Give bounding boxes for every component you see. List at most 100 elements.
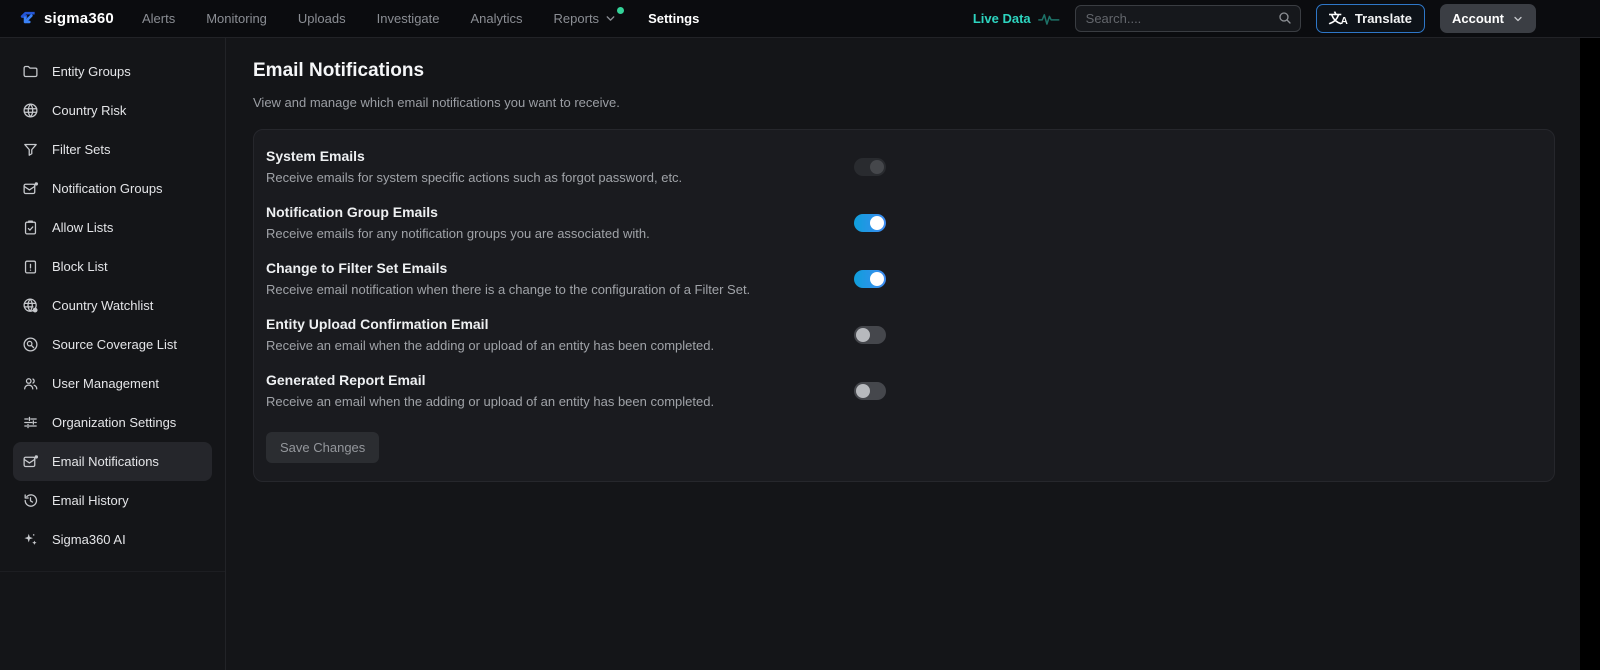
sidebar-item-organization-settings[interactable]: Organization Settings [13,403,212,442]
page-title: Email Notifications [253,60,1580,82]
save-changes-button[interactable]: Save Changes [266,432,379,463]
generated-report-email-toggle[interactable] [854,382,886,400]
translate-icon: 文A [1329,12,1348,25]
sidebar-divider [0,571,225,572]
brand-name: sigma360 [44,10,114,27]
row-notification-group-emails: Notification Group Emails Receive emails… [266,194,886,250]
toggle-knob [870,272,884,286]
globe-pin-icon [22,297,39,314]
toggle-knob [870,160,884,174]
search-container [1075,5,1301,32]
settings-sidebar: Entity Groups Country Risk Filter Sets N… [0,38,226,670]
sidebar-item-label: Email Notifications [52,454,159,469]
sigma360-logo-icon [18,9,38,29]
sidebar-item-allow-lists[interactable]: Allow Lists [13,208,212,247]
email-notifications-page: Email Notifications View and manage whic… [227,38,1580,670]
system-emails-toggle[interactable] [854,158,886,176]
search-icon [1277,10,1293,26]
globe-icon [22,102,39,119]
chevron-down-icon [1512,13,1524,25]
primary-nav: Alerts Monitoring Uploads Investigate An… [142,11,699,26]
sidebar-item-label: Organization Settings [52,415,176,430]
row-description: Receive an email when the adding or uplo… [266,394,714,409]
sliders-icon [22,414,39,431]
nav-item-investigate[interactable]: Investigate [377,11,440,26]
row-change-to-filter-set-emails: Change to Filter Set Emails Receive emai… [266,250,886,306]
mail-dot-icon [22,180,39,197]
sidebar-item-label: Sigma360 AI [52,532,126,547]
sidebar-item-label: Email History [52,493,129,508]
translate-label: Translate [1355,11,1412,26]
sidebar-item-entity-groups[interactable]: Entity Groups [13,52,212,91]
row-description: Receive emails for any notification grou… [266,226,650,241]
sidebar-item-source-coverage-list[interactable]: Source Coverage List [13,325,212,364]
sidebar-item-filter-sets[interactable]: Filter Sets [13,130,212,169]
sidebar-item-label: Notification Groups [52,181,163,196]
nav-item-alerts[interactable]: Alerts [142,11,175,26]
source-coverage-icon [22,336,39,353]
sidebar-item-notification-groups[interactable]: Notification Groups [13,169,212,208]
sidebar-item-country-risk[interactable]: Country Risk [13,91,212,130]
sidebar-item-email-notifications[interactable]: Email Notifications [13,442,212,481]
history-icon [22,492,39,509]
sidebar-item-label: Allow Lists [52,220,113,235]
row-description: Receive an email when the adding or uplo… [266,338,714,353]
translate-button[interactable]: 文A Translate [1316,4,1425,33]
top-navigation-bar: sigma360 Alerts Monitoring Uploads Inves… [0,0,1600,38]
row-text: Generated Report Email Receive an email … [266,372,714,409]
nav-reports-label: Reports [554,11,600,26]
row-title: Change to Filter Set Emails [266,260,750,276]
row-description: Receive emails for system specific actio… [266,170,682,185]
sidebar-item-sigma360-ai[interactable]: Sigma360 AI [13,520,212,559]
row-text: System Emails Receive emails for system … [266,148,682,185]
row-text: Notification Group Emails Receive emails… [266,204,650,241]
sidebar-item-country-watchlist[interactable]: Country Watchlist [13,286,212,325]
folder-icon [22,63,39,80]
nav-item-analytics[interactable]: Analytics [471,11,523,26]
row-system-emails: System Emails Receive emails for system … [266,138,886,194]
sidebar-item-user-management[interactable]: User Management [13,364,212,403]
row-generated-report-email: Generated Report Email Receive an email … [266,362,886,418]
account-menu-button[interactable]: Account [1440,4,1536,33]
account-label: Account [1452,11,1504,26]
sidebar-item-label: Filter Sets [52,142,111,157]
chevron-down-icon [604,12,617,25]
mail-dot-icon [22,453,39,470]
sidebar-item-label: Country Watchlist [52,298,153,313]
live-data-label: Live Data [973,11,1031,26]
clipboard-check-icon [22,219,39,236]
brand-logo[interactable]: sigma360 [18,9,114,29]
sidebar-item-label: Block List [52,259,108,274]
sidebar-item-email-history[interactable]: Email History [13,481,212,520]
sidebar-item-label: Entity Groups [52,64,131,79]
toggle-knob [856,384,870,398]
row-title: Notification Group Emails [266,204,650,220]
row-title: Generated Report Email [266,372,714,388]
nav-item-uploads[interactable]: Uploads [298,11,346,26]
clipboard-alert-icon [22,258,39,275]
page-subtitle: View and manage which email notification… [253,95,1580,110]
sidebar-item-label: Country Risk [52,103,126,118]
nav-item-monitoring[interactable]: Monitoring [206,11,267,26]
pulse-waveform-icon [1038,11,1060,27]
notification-settings-card: System Emails Receive emails for system … [253,129,1555,482]
filter-icon [22,141,39,158]
change-to-filter-set-emails-toggle[interactable] [854,270,886,288]
toggle-knob [856,328,870,342]
row-entity-upload-confirmation-email: Entity Upload Confirmation Email Receive… [266,306,886,362]
sidebar-item-label: Source Coverage List [52,337,177,352]
row-text: Entity Upload Confirmation Email Receive… [266,316,714,353]
entity-upload-confirmation-email-toggle[interactable] [854,326,886,344]
row-text: Change to Filter Set Emails Receive emai… [266,260,750,297]
nav-item-reports[interactable]: Reports [554,11,618,26]
row-title: Entity Upload Confirmation Email [266,316,714,332]
row-title: System Emails [266,148,682,164]
toggle-knob [870,216,884,230]
notification-group-emails-toggle[interactable] [854,214,886,232]
search-input[interactable] [1075,5,1301,32]
sidebar-item-block-list[interactable]: Block List [13,247,212,286]
reports-new-indicator-dot [617,7,624,14]
live-data-status: Live Data [973,11,1060,27]
sparkles-icon [22,531,39,548]
nav-item-settings[interactable]: Settings [648,11,699,26]
